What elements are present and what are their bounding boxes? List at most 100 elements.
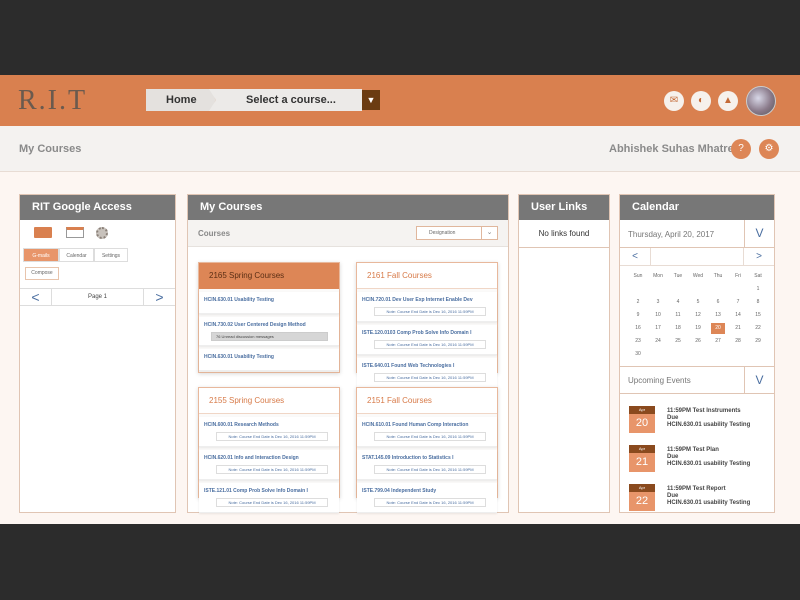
course-title[interactable]: HCIN.730.02 User Centered Design Method [204,322,335,328]
calendar-day[interactable]: 4 [668,297,688,310]
next-page-button[interactable]: > [144,289,175,306]
course-group-title[interactable]: 2155 Spring Courses [199,388,339,414]
calendar-day[interactable]: 9 [628,310,648,323]
calendar-day[interactable]: 10 [648,310,668,323]
course-item[interactable]: ISTE.799.04 Independent Study Note: Cour… [357,483,497,513]
top-bar: R.I.T Home Select a course... ▼ ✉ ◐ ▲ [0,75,800,126]
course-item[interactable]: HCIN.610.01 Found Human Comp Interaction… [357,417,497,447]
course-item[interactable]: ISTE.640.01 Found Web Technologies I Not… [357,358,497,388]
calendar-day[interactable]: 30 [628,349,648,362]
course-title[interactable]: HCIN.610.01 Found Human Comp Interaction [362,422,493,428]
gmail-icon[interactable] [34,227,52,238]
rit-logo[interactable]: R.I.T [18,85,87,117]
panel-title: Calendar [620,195,774,220]
calendar-day[interactable]: 29 [748,336,768,349]
calendar-empty-cell [708,284,728,297]
calendar-day[interactable]: 15 [748,310,768,323]
calendar-day[interactable]: 13 [708,310,728,323]
course-item[interactable]: HCIN.600.01 Research Methods Note: Cours… [199,417,339,447]
course-item[interactable]: ISTE.121.01 Comp Prob Solve Info Domain … [199,483,339,513]
event-item[interactable]: Apr 20 11:59PM Test Instruments Due HCIN… [629,406,774,433]
calendar-empty-cell [648,349,668,362]
event-course: HCIN.630.01 usability Testing [667,422,751,428]
chevron-down-icon[interactable]: V [744,367,774,394]
help-button[interactable]: ? [731,139,751,159]
course-item[interactable]: STAT.145.09 Introduction to Statistics I… [357,450,497,480]
calendar-day[interactable]: 2 [628,297,648,310]
course-title[interactable]: ISTE.799.04 Independent Study [362,488,493,494]
settings-button[interactable]: ⚙ [759,139,779,159]
calendar-day[interactable]: 6 [708,297,728,310]
course-item[interactable]: HCIN.630.01 Usability Testing [199,349,339,371]
course-title[interactable]: HCIN.720.01 Dev User Exp Internet Enable… [362,297,493,303]
event-due: Due [667,415,679,421]
calendar-icon[interactable] [66,227,84,238]
tab-gmails[interactable]: G-mails [23,248,59,262]
course-group-title[interactable]: 2151 Fall Courses [357,388,497,414]
calendar-day[interactable]: 18 [668,323,688,336]
calendar-day[interactable]: 14 [728,310,748,323]
course-title[interactable]: ISTE.121.01 Comp Prob Solve Info Domain … [204,488,335,494]
course-item[interactable]: HCIN.730.02 User Centered Design Method … [199,317,339,346]
course-item[interactable]: ISTE.120.0103 Comp Prob Solve Info Domai… [357,325,497,355]
course-group-title[interactable]: 2161 Fall Courses [357,263,497,289]
panel-title: My Courses [188,195,508,220]
calendar-day[interactable]: 5 [688,297,708,310]
calendar-day[interactable]: 24 [648,336,668,349]
unread-messages-note[interactable]: 76 Unread discussion messages [211,332,328,341]
calendar-day[interactable]: 21 [728,323,748,336]
designation-select[interactable]: Designation ⌄ [416,226,498,240]
notification-icon[interactable]: ▲ [718,91,738,111]
calendar-day[interactable]: 27 [708,336,728,349]
event-item[interactable]: Apr 21 11:59PM Test Plan Due HCIN.630.01… [629,445,774,472]
mail-icon[interactable]: ✉ [664,91,684,111]
calendar-day[interactable]: 16 [628,323,648,336]
next-month-button[interactable]: > [744,248,774,265]
event-item[interactable]: Apr 22 11:59PM Test Report Due HCIN.630.… [629,484,774,511]
calendar-day[interactable]: 17 [648,323,668,336]
calendar-day[interactable]: 26 [688,336,708,349]
designation-label: Designation [429,230,456,236]
calendar-day[interactable]: 12 [688,310,708,323]
course-title[interactable]: HCIN.600.01 Research Methods [204,422,335,428]
avatar[interactable] [746,86,776,116]
calendar-day[interactable]: 20 [711,323,725,334]
course-title[interactable]: STAT.145.09 Introduction to Statistics I [362,455,493,461]
compose-button[interactable]: Compose [25,267,59,280]
calendar-day[interactable]: 28 [728,336,748,349]
upcoming-events-header: Upcoming Events V [620,366,774,394]
chevron-down-icon[interactable]: ⌄ [481,227,497,239]
calendar-day[interactable]: 8 [748,297,768,310]
course-item[interactable]: HCIN.620.01 Info and Interaction Design … [199,450,339,480]
course-title[interactable]: ISTE.120.0103 Comp Prob Solve Info Domai… [362,330,493,336]
calendar-day[interactable]: 25 [668,336,688,349]
course-item[interactable]: HCIN.720.01 Dev User Exp Internet Enable… [357,292,497,322]
calendar-day[interactable]: 23 [628,336,648,349]
course-note: Note: Course End Date is Dec 16, 2016 11… [374,465,486,474]
course-title[interactable]: HCIN.630.01 Usability Testing [204,354,335,360]
calendar-day[interactable]: 19 [688,323,708,336]
course-title[interactable]: HCIN.620.01 Info and Interaction Design [204,455,335,461]
course-title[interactable]: ISTE.640.01 Found Web Technologies I [362,363,493,369]
tab-calendar[interactable]: Calendar [59,248,94,262]
tab-settings[interactable]: Settings [94,248,128,262]
calendar-day[interactable]: 3 [648,297,668,310]
prev-month-button[interactable]: < [620,248,650,265]
palette-icon[interactable]: ◐ [691,91,711,111]
calendar-day[interactable]: 1 [748,284,768,297]
gear-icon[interactable] [96,227,108,239]
prev-page-button[interactable]: < [20,289,51,306]
chevron-down-icon[interactable]: ▼ [362,90,380,110]
calendar-empty-cell [728,284,748,297]
calendar-day[interactable]: 11 [668,310,688,323]
course-title[interactable]: HCIN.630.01 Usability Testing [204,297,335,303]
chevron-down-icon[interactable]: V [744,220,774,247]
course-group-title[interactable]: 2165 Spring Courses [199,263,339,289]
calendar-day[interactable]: 22 [748,323,768,336]
calendar-day[interactable]: 7 [728,297,748,310]
course-item[interactable]: HCIN.630.01 Usability Testing [199,292,339,314]
courses-toolbar: Courses Designation ⌄ [188,220,508,247]
calendar-empty-cell [728,349,748,362]
breadcrumb-home[interactable]: Home [146,89,216,111]
course-select[interactable]: Select a course... [208,89,362,111]
